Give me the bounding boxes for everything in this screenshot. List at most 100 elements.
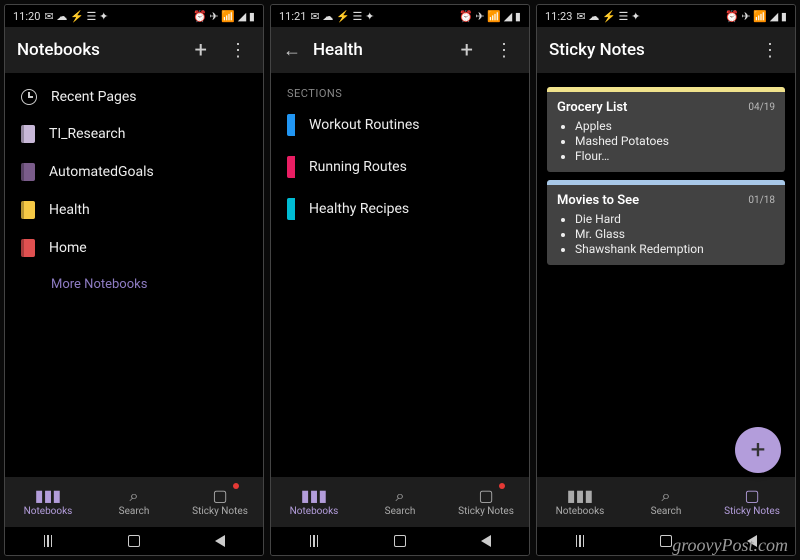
books-icon: ▮▮▮ [567, 488, 593, 504]
phone-screen-sections: 11:21 ✉ ☁ ⚡ ☰ ✦ ⏰ ✈ 📶 ◢ ▮ ← Health + ⋮ SE… [270, 4, 530, 556]
phone-screen-sticky: 11:23✉ ☁ ⚡ ☰ ✦ ⏰ ✈ 📶 ◢ ▮ Sticky Notes ⋮ … [536, 4, 796, 556]
section-label: Running Routes [309, 159, 407, 175]
nav-search[interactable]: ⌕Search [623, 477, 709, 527]
section-color-tab [287, 114, 295, 136]
notebook-label: TI_Research [49, 126, 125, 142]
books-icon: ▮▮▮ [35, 488, 61, 504]
nav-notebooks[interactable]: ▮▮▮Notebooks [5, 477, 91, 527]
notebook-item[interactable]: Home [5, 229, 263, 267]
home-button[interactable] [124, 534, 144, 548]
nav-sticky-notes[interactable]: ▢Sticky Notes [709, 477, 795, 527]
notebook-icon [21, 163, 35, 181]
page-title: Notebooks [17, 40, 177, 60]
notebooks-list: Recent Pages TI_Research AutomatedGoals … [5, 73, 263, 477]
note-date: 04/19 [748, 102, 775, 113]
app-header: Notebooks + ⋮ [5, 27, 263, 73]
note-icon: ▢ [212, 488, 227, 504]
notebook-label: Home [49, 240, 87, 256]
page-title: Health [313, 40, 443, 60]
nav-search[interactable]: ⌕Search [357, 477, 443, 527]
note-items: Die Hard Mr. Glass Shawshank Redemption [557, 212, 775, 256]
nav-sticky-notes[interactable]: ▢Sticky Notes [443, 477, 529, 527]
plus-icon: + [751, 435, 766, 465]
notebook-item[interactable]: AutomatedGoals [5, 153, 263, 191]
back-button[interactable] [476, 534, 496, 548]
sections-heading: SECTIONS [271, 79, 529, 104]
more-menu-button[interactable]: ⋮ [757, 40, 783, 61]
status-icons-right: ⏰ ✈ 📶 ◢ ▮ [193, 10, 255, 23]
notebook-icon [21, 125, 35, 143]
notebook-label: AutomatedGoals [49, 164, 154, 180]
note-icon: ▢ [478, 488, 493, 504]
nav-sticky-notes[interactable]: ▢Sticky Notes [177, 477, 263, 527]
note-date: 01/18 [748, 195, 775, 206]
section-color-tab [287, 156, 295, 178]
status-bar: 11:23 ✉ ☁ ⚡ ☰ ✦ ⏰ ✈ 📶 ◢ ▮ [537, 5, 795, 27]
app-header: Sticky Notes ⋮ [537, 27, 795, 73]
status-time: 11:23 [545, 10, 572, 23]
clock-icon [21, 89, 37, 105]
notebook-icon [21, 239, 35, 257]
nav-notebooks[interactable]: ▮▮▮Notebooks [271, 477, 357, 527]
recents-button[interactable] [38, 534, 58, 548]
search-icon: ⌕ [662, 488, 671, 504]
sticky-notes-list: Grocery List 04/19 Apples Mashed Potatoe… [537, 73, 795, 477]
books-icon: ▮▮▮ [301, 488, 327, 504]
more-notebooks-link[interactable]: More Notebooks [5, 267, 263, 302]
status-icons-left: ✉ ☁ ⚡ ☰ ✦ [576, 10, 640, 23]
note-items: Apples Mashed Potatoes Flour… [557, 119, 775, 163]
bottom-nav: ▮▮▮Notebooks ⌕Search ▢Sticky Notes [537, 477, 795, 527]
note-icon: ▢ [744, 488, 759, 504]
bottom-nav: ▮▮▮Notebooks ⌕Search ▢Sticky Notes [5, 477, 263, 527]
sticky-note[interactable]: Grocery List 04/19 Apples Mashed Potatoe… [547, 87, 785, 172]
notebook-label: Health [49, 202, 90, 218]
badge-dot [499, 483, 505, 489]
phone-screen-notebooks: 11:20 ✉ ☁ ⚡ ☰ ✦ ⏰ ✈ 📶 ◢ ▮ Notebooks + ⋮ R… [4, 4, 264, 556]
badge-dot [233, 483, 239, 489]
section-item[interactable]: Healthy Recipes [271, 188, 529, 230]
status-bar: 11:21 ✉ ☁ ⚡ ☰ ✦ ⏰ ✈ 📶 ◢ ▮ [271, 5, 529, 27]
status-icons-left: ✉ ☁ ⚡ ☰ ✦ [44, 10, 108, 23]
system-nav [271, 527, 529, 555]
add-button[interactable]: + [189, 38, 213, 63]
watermark: groovyPost.com [672, 535, 788, 556]
back-button[interactable] [210, 534, 230, 548]
section-color-tab [287, 198, 295, 220]
more-notebooks-label: More Notebooks [51, 277, 147, 292]
note-title: Grocery List [557, 100, 627, 115]
nav-search[interactable]: ⌕Search [91, 477, 177, 527]
notebook-icon [21, 201, 35, 219]
back-arrow[interactable]: ← [283, 40, 301, 61]
bottom-nav: ▮▮▮Notebooks ⌕Search ▢Sticky Notes [271, 477, 529, 527]
status-bar: 11:20 ✉ ☁ ⚡ ☰ ✦ ⏰ ✈ 📶 ◢ ▮ [5, 5, 263, 27]
more-menu-button[interactable]: ⋮ [225, 40, 251, 61]
home-button[interactable] [390, 534, 410, 548]
add-button[interactable]: + [455, 38, 479, 63]
status-time: 11:21 [279, 10, 306, 23]
notebook-item[interactable]: Health [5, 191, 263, 229]
search-icon: ⌕ [130, 488, 139, 504]
status-time: 11:20 [13, 10, 40, 23]
sticky-note[interactable]: Movies to See 01/18 Die Hard Mr. Glass S… [547, 180, 785, 265]
recents-button[interactable] [570, 534, 590, 548]
sections-list: SECTIONS Workout Routines Running Routes… [271, 73, 529, 477]
nav-notebooks[interactable]: ▮▮▮Notebooks [537, 477, 623, 527]
recents-button[interactable] [304, 534, 324, 548]
recent-pages-item[interactable]: Recent Pages [5, 79, 263, 115]
note-title: Movies to See [557, 193, 639, 208]
fab-add-note[interactable]: + [735, 427, 781, 473]
status-icons-left: ✉ ☁ ⚡ ☰ ✦ [310, 10, 374, 23]
more-menu-button[interactable]: ⋮ [491, 40, 517, 61]
section-item[interactable]: Workout Routines [271, 104, 529, 146]
status-icons-right: ⏰ ✈ 📶 ◢ ▮ [459, 10, 521, 23]
status-icons-right: ⏰ ✈ 📶 ◢ ▮ [725, 10, 787, 23]
section-item[interactable]: Running Routes [271, 146, 529, 188]
section-label: Workout Routines [309, 117, 419, 133]
system-nav [5, 527, 263, 555]
notebook-item[interactable]: TI_Research [5, 115, 263, 153]
search-icon: ⌕ [396, 488, 405, 504]
app-header: ← Health + ⋮ [271, 27, 529, 73]
page-title: Sticky Notes [549, 40, 745, 60]
section-label: Healthy Recipes [309, 201, 409, 217]
recent-pages-label: Recent Pages [51, 89, 136, 105]
